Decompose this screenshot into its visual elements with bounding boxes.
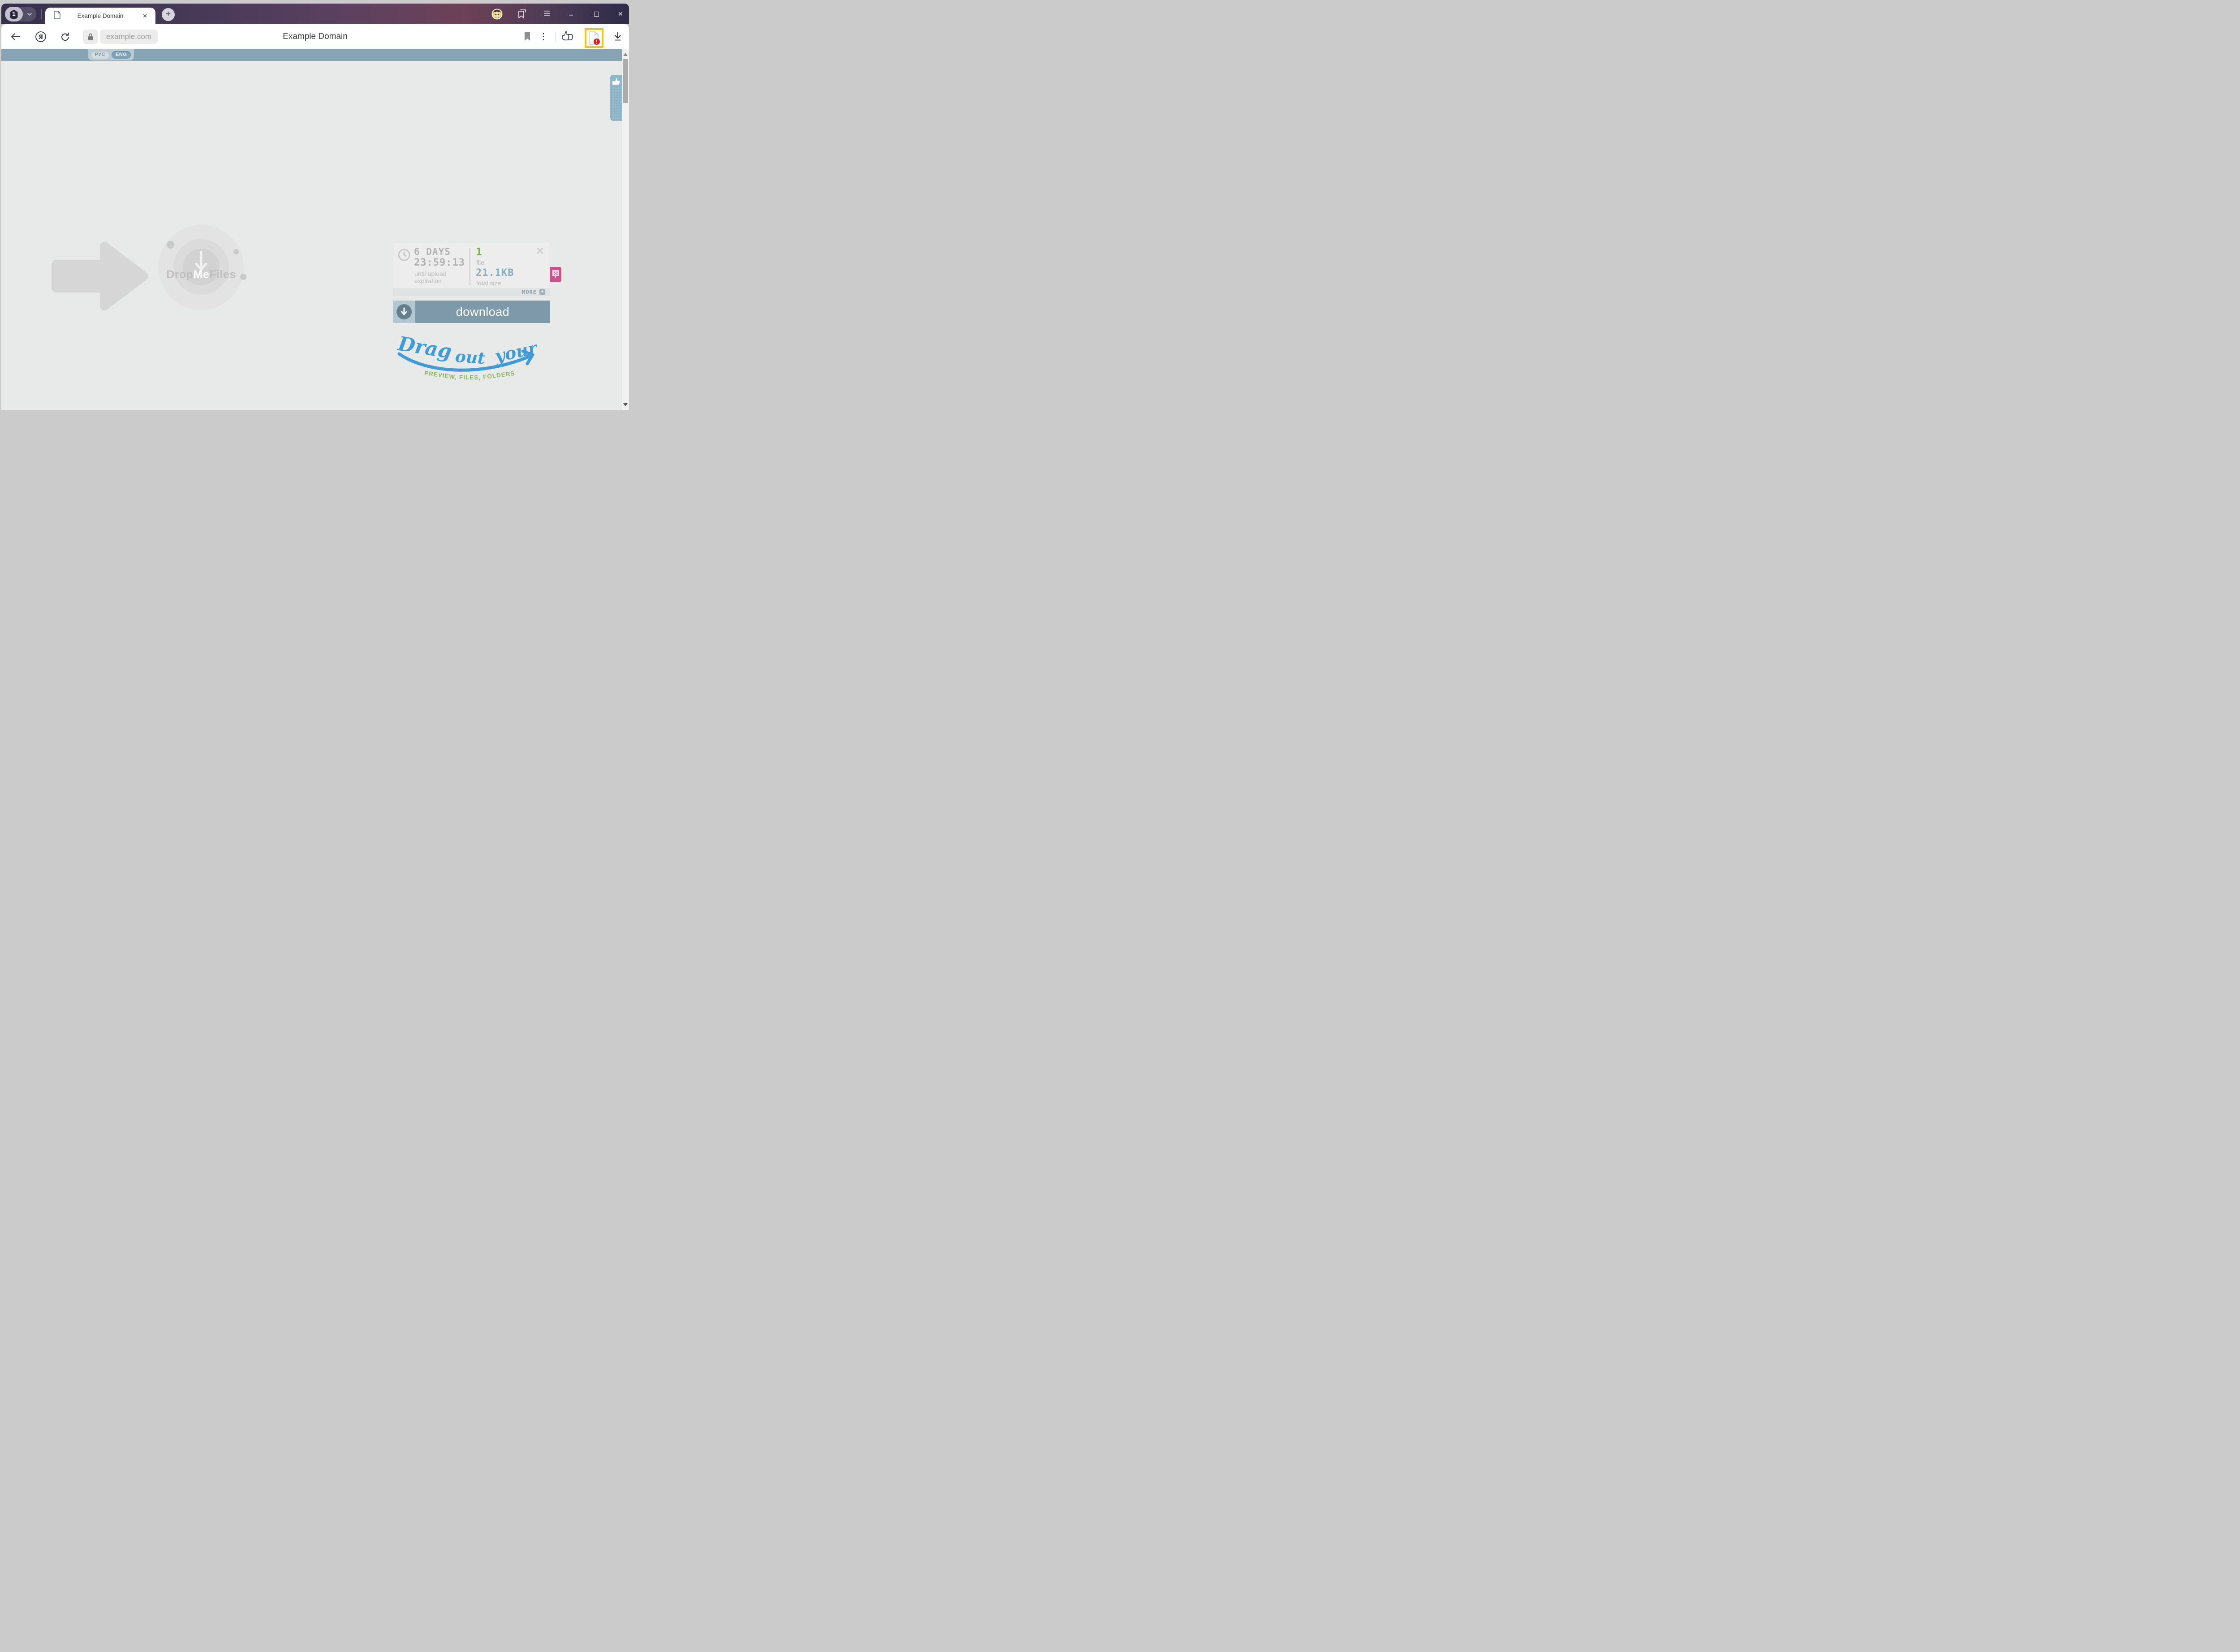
address-bar[interactable]: example.com xyxy=(100,30,158,44)
tab-list-chevron[interactable] xyxy=(23,11,36,18)
avatar-icon xyxy=(491,9,503,20)
new-tab-button[interactable]: + xyxy=(162,8,175,21)
toolbar-divider xyxy=(555,31,556,42)
vertical-dots-icon: ⋮ xyxy=(539,32,548,42)
screenshot-frame: 1 Example Domain ✕ xyxy=(0,0,630,413)
tabbar-divider xyxy=(41,9,42,19)
scroll-down-arrow-icon[interactable] xyxy=(623,403,628,406)
chevron-down-icon xyxy=(26,11,33,18)
file-count-label: file xyxy=(476,259,484,266)
scroll-up-arrow-icon[interactable] xyxy=(623,53,628,56)
logo-dot xyxy=(167,241,174,249)
like-sidebar-tab[interactable] xyxy=(610,75,622,121)
minimize-button[interactable]: – xyxy=(564,4,578,24)
lang-eng-button[interactable]: ENG xyxy=(112,51,131,59)
tab-bar: 1 Example Domain ✕ xyxy=(1,4,629,24)
bookmark-icon xyxy=(523,32,531,42)
logo-wordmark: DropMeFiles xyxy=(134,268,268,281)
back-button[interactable] xyxy=(8,24,24,49)
reload-button[interactable] xyxy=(57,24,73,49)
maximize-icon xyxy=(594,12,599,17)
bookmark-button[interactable] xyxy=(519,24,535,49)
reload-icon xyxy=(60,31,70,42)
lock-icon xyxy=(87,33,94,41)
url-text: example.com xyxy=(106,32,151,41)
download-icon xyxy=(612,31,623,42)
protect-download-alert-highlight[interactable] xyxy=(585,28,603,48)
site-header-bar: РУС ENG xyxy=(1,49,622,61)
svg-text:Я: Я xyxy=(39,34,43,41)
logo-dot xyxy=(233,249,239,254)
downloads-button[interactable] xyxy=(610,24,626,49)
total-size-label: total size xyxy=(476,280,501,287)
tab-count-value: 1 xyxy=(9,10,19,17)
tab-example-domain[interactable]: Example Domain ✕ xyxy=(45,8,155,24)
tab-counter-button[interactable]: 1 xyxy=(5,7,36,22)
window-close-icon: ✕ xyxy=(618,10,623,18)
window-close-button[interactable]: ✕ xyxy=(613,4,628,24)
download-button-label: download xyxy=(415,301,550,323)
sad-face-bubble-icon xyxy=(551,269,560,280)
yandex-search-button[interactable]: Я xyxy=(33,24,49,49)
language-switcher: РУС ENG xyxy=(88,49,134,60)
clock-icon xyxy=(398,249,410,261)
widget-close-icon[interactable]: ✕ xyxy=(536,245,544,257)
browser-menu-button[interactable]: ☰ xyxy=(540,4,554,24)
vertical-scrollbar[interactable] xyxy=(622,49,629,410)
browser-toolbar: Я example.com Example Domain xyxy=(1,24,629,49)
file-alert-icon xyxy=(588,31,600,45)
circle-down-arrow-icon xyxy=(396,304,412,319)
logo-files: Files xyxy=(209,268,236,281)
site-security-badge[interactable] xyxy=(83,30,98,44)
tab-title: Example Domain xyxy=(61,13,140,19)
tab-count-pill: 1 xyxy=(5,7,23,22)
page-content: DropMeFiles 6 DAYS 23:59:13 until upload… xyxy=(1,61,622,410)
total-size: 21.1KB xyxy=(476,267,514,279)
scrollbar-thumb[interactable] xyxy=(623,59,628,103)
more-plus-button[interactable]: + xyxy=(539,289,545,295)
back-arrow-icon xyxy=(10,31,21,42)
widget-more-strip: MORE + xyxy=(393,288,550,296)
minimize-icon: – xyxy=(569,11,573,19)
collections-button[interactable] xyxy=(515,4,529,24)
upload-info-widget: 6 DAYS 23:59:13 until upload expiration … xyxy=(393,242,550,296)
download-button[interactable]: download xyxy=(393,301,550,323)
toolbar-page-title: Example Domain xyxy=(283,32,348,42)
yandex-logo-icon: Я xyxy=(35,31,47,43)
browser-window: 1 Example Domain ✕ xyxy=(1,4,629,410)
more-label[interactable]: MORE xyxy=(522,289,537,295)
tab-count-icon: 1 xyxy=(9,9,19,20)
tab-close-icon[interactable]: ✕ xyxy=(140,12,150,21)
hamburger-icon: ☰ xyxy=(543,9,550,18)
bookmarks-stack-icon xyxy=(517,9,527,19)
expiry-caption: until upload expiration xyxy=(414,270,447,284)
expiry-countdown: 23:59:13 xyxy=(414,257,465,268)
logo-drop: Drop xyxy=(166,268,193,281)
maximize-button[interactable] xyxy=(589,4,603,24)
expiry-days: 6 DAYS xyxy=(414,246,451,257)
page-doc-icon xyxy=(53,11,61,22)
thumb-up-icon xyxy=(612,77,620,85)
feedback-button[interactable] xyxy=(550,267,561,282)
lang-rus-button[interactable]: РУС xyxy=(91,51,109,59)
download-button-icon-square xyxy=(393,301,415,323)
file-count: 1 xyxy=(476,246,482,258)
address-overflow-menu[interactable]: ⋮ xyxy=(535,24,551,49)
preview-files-folders-tagline: PREVIEW, FILES, FOLDERS xyxy=(422,372,518,379)
profile-avatar[interactable] xyxy=(490,4,504,24)
logo-me: Me xyxy=(194,268,210,281)
rate-page-button[interactable] xyxy=(560,24,576,49)
thumbs-icon xyxy=(561,30,574,43)
